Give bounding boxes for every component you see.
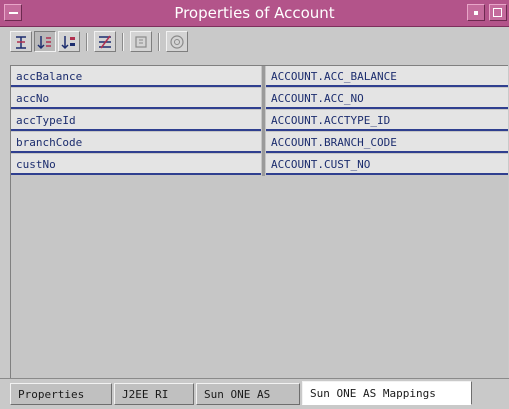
property-row[interactable]: branchCode ACCOUNT.BRANCH_CODE [11, 132, 508, 154]
unsorted-icon [16, 36, 26, 49]
property-sheet-button[interactable] [130, 31, 152, 52]
tab-sun-one-as-mappings[interactable]: Sun ONE AS Mappings [302, 381, 472, 405]
property-name: accTypeId [11, 110, 261, 131]
minimize-button[interactable] [467, 4, 485, 21]
unsorted-button[interactable] [10, 31, 32, 52]
property-name: branchCode [11, 132, 261, 153]
property-sheet: accBalance ACCOUNT.ACC_BALANCE accNo ACC… [10, 65, 508, 378]
property-name: custNo [11, 154, 261, 175]
tab-sun-one-as[interactable]: Sun ONE AS [196, 383, 300, 405]
sort-by-type-button[interactable] [58, 31, 80, 52]
property-row[interactable]: custNo ACCOUNT.CUST_NO [11, 154, 508, 176]
help-icon [170, 35, 184, 49]
property-name: accNo [11, 88, 261, 109]
property-name: accBalance [11, 66, 261, 87]
property-value[interactable]: ACCOUNT.CUST_NO [266, 154, 508, 175]
sort-by-type-icon [61, 36, 75, 50]
properties-window: Properties of Account accBalance ACCOUNT… [0, 0, 509, 409]
tab-bar: Properties J2EE RI Sun ONE AS Sun ONE AS… [0, 378, 509, 409]
show-editable-only-icon [99, 35, 111, 49]
toolbar [0, 27, 509, 57]
property-row[interactable]: accTypeId ACCOUNT.ACCTYPE_ID [11, 110, 508, 132]
maximize-icon [493, 8, 502, 17]
property-sheet-icon [135, 36, 147, 48]
property-row[interactable]: accBalance ACCOUNT.ACC_BALANCE [11, 66, 508, 88]
minimize-icon [474, 11, 478, 15]
title-bar[interactable]: Properties of Account [0, 0, 509, 27]
tab-j2ee-ri[interactable]: J2EE RI [114, 383, 194, 405]
property-value[interactable]: ACCOUNT.BRANCH_CODE [266, 132, 508, 153]
sort-by-name-icon [37, 36, 51, 50]
maximize-button[interactable] [489, 4, 507, 21]
window-title: Properties of Account [174, 4, 335, 22]
help-button[interactable] [166, 31, 188, 52]
show-editable-only-button[interactable] [94, 31, 116, 52]
property-value[interactable]: ACCOUNT.ACC_BALANCE [266, 66, 508, 87]
property-value[interactable]: ACCOUNT.ACC_NO [266, 88, 508, 109]
sort-by-name-button[interactable] [34, 31, 56, 52]
toolbar-separator [86, 33, 88, 51]
tab-properties[interactable]: Properties [10, 383, 112, 405]
property-value[interactable]: ACCOUNT.ACCTYPE_ID [266, 110, 508, 131]
property-row[interactable]: accNo ACCOUNT.ACC_NO [11, 88, 508, 110]
toolbar-separator [122, 33, 124, 51]
toolbar-separator [158, 33, 160, 51]
